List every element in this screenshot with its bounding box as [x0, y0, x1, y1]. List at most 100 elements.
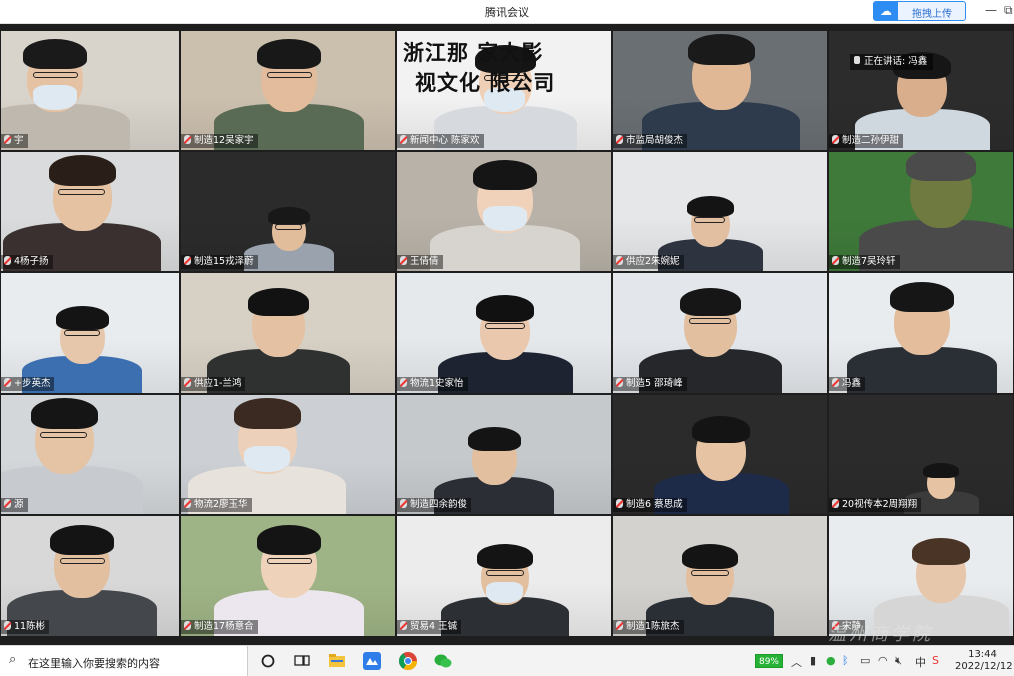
sogou-icon[interactable]: S [932, 654, 939, 667]
participant-name: 新闻中心 陈家欢 [410, 135, 480, 146]
video-tile[interactable]: 源 [0, 394, 180, 515]
battery-indicator[interactable]: 89% [755, 654, 783, 668]
video-tile[interactable]: 制造四余韵俊 [396, 394, 612, 515]
participant-hair [49, 155, 116, 186]
participant-hair [31, 398, 98, 429]
drag-upload-button[interactable]: ☁ 拖拽上传 [873, 1, 966, 21]
video-tile[interactable]: 王倩倩 [396, 151, 612, 272]
video-tile[interactable]: 供应1-兰鸿 [180, 272, 396, 394]
video-tile[interactable]: 11陈彬 [0, 515, 180, 637]
mic-muted-icon [4, 256, 11, 265]
glasses [64, 330, 100, 336]
participant-name-tag: 贸易4 王铖 [397, 620, 461, 634]
chevron-up-icon[interactable]: ︿ [791, 654, 802, 670]
video-tile[interactable]: 市监局胡俊杰 [612, 30, 828, 151]
glasses [485, 323, 525, 329]
participant-name-tag: 20视传本2周翔翔 [829, 498, 921, 512]
video-tile[interactable]: 制造7吴玲轩 [828, 151, 1014, 272]
video-tile[interactable]: 物流1史家怡 [396, 272, 612, 394]
participant-name: 供应1-兰鸿 [194, 378, 241, 389]
taskbar-search-box[interactable]: ⌕ 在这里输入你要搜索的内容 [0, 646, 248, 676]
mic-muted-icon [832, 378, 839, 387]
participant-name-tag: 制造5 邵琦峰 [613, 377, 687, 391]
glasses [60, 558, 105, 564]
participant-name: 冯鑫 [842, 378, 861, 389]
mic-muted-icon [4, 378, 11, 387]
participant-name: 源 [14, 499, 24, 510]
battery-icon[interactable]: ▭ [860, 654, 870, 667]
mic-muted-icon [184, 256, 191, 265]
video-tile[interactable]: 制造二孙伊甜 [828, 30, 1014, 151]
wechat-tray-icon[interactable]: ● [826, 654, 836, 667]
taskbar-clock[interactable]: 13:44 2022/12/12 [955, 649, 1010, 673]
chrome-icon[interactable] [398, 651, 418, 671]
video-tile[interactable]: 宇 [0, 30, 180, 151]
video-tile[interactable]: 制造5 邵琦峰 [612, 272, 828, 394]
participant-name-tag: +步英杰 [1, 377, 54, 391]
participant-name-tag: 物流1史家怡 [397, 377, 468, 391]
mic-muted-icon [616, 499, 623, 508]
tencent-meeting-icon[interactable] [362, 651, 382, 671]
participant-name-tag: 制造7吴玲轩 [829, 255, 900, 269]
wechat-icon[interactable] [433, 651, 453, 671]
video-tile[interactable]: 4杨子扬 [0, 151, 180, 272]
ime-icon[interactable]: 中 [915, 654, 926, 670]
video-tile[interactable]: +步英杰 [0, 272, 180, 394]
mic-muted-icon [400, 378, 407, 387]
restore-button[interactable]: ⧉ [1004, 3, 1013, 18]
cortana-icon[interactable] [258, 651, 278, 671]
mic-muted-icon [832, 499, 839, 508]
participant-name: 20视传本2周翔翔 [842, 499, 917, 510]
video-tile[interactable]: 20视传本2周翔翔 [828, 394, 1014, 515]
participant-name: 制造15戎泽蔚 [194, 256, 254, 267]
participant-name: 4杨子扬 [14, 256, 49, 267]
participant-hair [923, 463, 959, 478]
participant-hair [682, 544, 738, 569]
participant-name-tag: 制造1陈旅杰 [613, 620, 684, 634]
mic-muted-icon [184, 499, 191, 508]
video-tile[interactable]: 宋静 [828, 515, 1014, 637]
participant-hair [23, 39, 87, 69]
participant-name: 宇 [14, 135, 24, 146]
company-banner-line2: 视文化 限公司 [415, 67, 555, 97]
speaker-icon [854, 56, 860, 64]
bluetooth-icon[interactable]: ᛒ [842, 654, 849, 667]
video-tile[interactable]: 物流2廖玉华 [180, 394, 396, 515]
participant-hair [248, 288, 309, 316]
volume-mute-icon[interactable]: 🔇︎ [895, 654, 902, 668]
video-tile[interactable]: 制造6 蔡思成 [612, 394, 828, 515]
mic-muted-icon [400, 135, 407, 144]
video-tile[interactable]: 供应2朱婉妮 [612, 151, 828, 272]
task-view-icon[interactable] [292, 651, 312, 671]
glasses [691, 570, 729, 576]
participant-hair [257, 525, 321, 555]
participant-name-tag: 冯鑫 [829, 377, 865, 391]
mic-icon[interactable]: ▮ [810, 654, 816, 667]
participant-hair [477, 544, 533, 569]
participant-name: 制造1陈旅杰 [626, 621, 680, 632]
mic-muted-icon [184, 621, 191, 630]
video-tile[interactable]: 冯鑫 [828, 272, 1014, 394]
participant-hair [473, 160, 537, 190]
mic-muted-icon [4, 499, 11, 508]
video-tile[interactable]: 制造15戎泽蔚 [180, 151, 396, 272]
mic-muted-icon [832, 135, 839, 144]
file-explorer-icon[interactable] [327, 651, 347, 671]
glasses [40, 432, 87, 438]
mic-muted-icon [184, 135, 191, 144]
video-tile[interactable]: 制造12吴家宇 [180, 30, 396, 151]
video-tile[interactable]: 新闻中心 陈家欢 浙江那 家大影视文化 限公司 [396, 30, 612, 151]
minimize-button[interactable]: — [985, 3, 997, 17]
participant-hair [680, 288, 741, 316]
wifi-icon[interactable]: ◠ [878, 654, 888, 667]
participant-name: 制造二孙伊甜 [842, 135, 899, 146]
mic-muted-icon [4, 135, 11, 144]
video-tile[interactable]: 贸易4 王铖 [396, 515, 612, 637]
company-banner-line1: 浙江那 家大影 [403, 37, 543, 67]
mic-muted-icon [616, 378, 623, 387]
participant-name: 制造四余韵俊 [410, 499, 467, 510]
video-tile[interactable]: 制造17杨意合 [180, 515, 396, 637]
participant-name-tag: 宇 [1, 134, 28, 148]
participant-name-tag: 供应2朱婉妮 [613, 255, 684, 269]
video-tile[interactable]: 制造1陈旅杰 [612, 515, 828, 637]
